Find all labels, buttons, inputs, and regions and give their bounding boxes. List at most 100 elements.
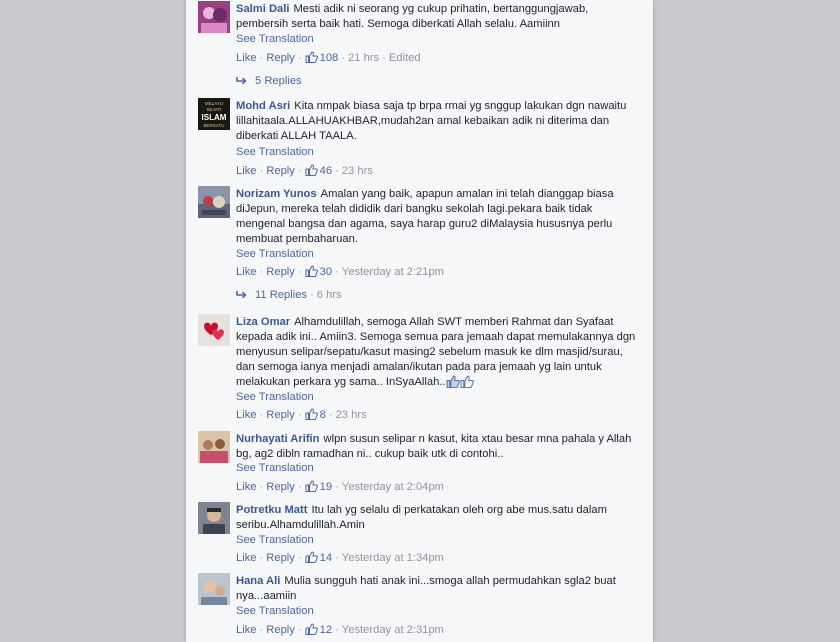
thumbs-up-emoji-icon-2 bbox=[460, 375, 474, 388]
comment-text: Alhamdulillah, semoga Allah SWT memberi … bbox=[236, 316, 636, 388]
comment-author[interactable]: Norizam Yunos bbox=[236, 188, 317, 200]
comment-actions: Like · Reply · 30 · Yesterday at 2:21pm bbox=[236, 265, 445, 278]
comment-age[interactable]: Yesterday at 1:34pm bbox=[342, 552, 444, 564]
avatar[interactable] bbox=[198, 314, 230, 346]
avatar-text-line2: SEJATI bbox=[207, 107, 222, 112]
comment-body: Nurhayati Arifin wlpn susun selipar n kas… bbox=[236, 432, 636, 462]
avatar-image-norizam bbox=[198, 186, 230, 218]
comment-author[interactable]: Mohd Asri bbox=[236, 100, 290, 112]
comment-age[interactable]: Yesterday at 2:04pm bbox=[342, 481, 444, 493]
see-translation-link[interactable]: See Translation bbox=[236, 247, 314, 262]
reply-arrow-icon bbox=[236, 77, 247, 85]
like-button[interactable]: Like bbox=[236, 624, 257, 636]
avatar-text-line4: BERSATU bbox=[204, 123, 225, 128]
thumbs-up-icon bbox=[305, 164, 318, 176]
avatar-text-line3: ISLAM bbox=[202, 113, 227, 122]
see-translation-link[interactable]: See Translation bbox=[236, 390, 314, 405]
comment-author[interactable]: Salmi Dali bbox=[236, 3, 289, 15]
comment-author[interactable]: Liza Omar bbox=[236, 316, 290, 328]
replies-age: 6 hrs bbox=[316, 289, 342, 301]
comment-actions: Like · Reply · 46 · 23 hrs bbox=[236, 164, 373, 177]
thumbs-up-icon bbox=[305, 265, 318, 277]
like-count-value: 108 bbox=[319, 52, 339, 64]
avatar-image-potretku bbox=[198, 502, 230, 534]
comment-body: Salmi Dali Mesti adik ni seorang yg cukup… bbox=[236, 2, 636, 32]
thumbs-up-icon bbox=[305, 480, 318, 492]
reply-button[interactable]: Reply bbox=[266, 165, 295, 177]
thumbs-up-icon bbox=[305, 551, 318, 563]
like-count-value: 12 bbox=[319, 624, 333, 636]
see-translation-link[interactable]: See Translation bbox=[236, 145, 314, 160]
avatar-image-salmi bbox=[198, 1, 230, 33]
replies-count: 11 Replies bbox=[255, 289, 308, 301]
avatar[interactable] bbox=[198, 431, 230, 463]
view-replies-link[interactable]: 11 Replies · 6 hrs bbox=[236, 288, 342, 303]
comment-author[interactable]: Potretku Matt bbox=[236, 504, 307, 516]
reply-button[interactable]: Reply bbox=[266, 52, 295, 64]
avatar[interactable] bbox=[198, 186, 230, 218]
comment-age[interactable]: Yesterday at 2:21pm bbox=[342, 266, 444, 278]
like-button[interactable]: Like bbox=[236, 481, 257, 493]
like-count[interactable]: 108 bbox=[305, 51, 339, 64]
see-translation-link[interactable]: See Translation bbox=[236, 32, 314, 47]
avatar[interactable] bbox=[198, 502, 230, 534]
view-replies-link[interactable]: 5 Replies bbox=[236, 74, 302, 89]
comment-age[interactable]: Yesterday at 2:31pm bbox=[342, 624, 444, 636]
like-count[interactable]: 8 bbox=[305, 408, 326, 421]
comment-text: Kita nmpak biasa saja tp brpa rmai yg sn… bbox=[236, 100, 627, 142]
see-translation-link[interactable]: See Translation bbox=[236, 533, 314, 548]
like-count-value: 30 bbox=[319, 266, 333, 278]
avatar-text-line1: MELAYU bbox=[205, 101, 223, 106]
like-count-value: 8 bbox=[319, 409, 326, 421]
comment-body: Liza Omar Alhamdulillah, semoga Allah SWT… bbox=[236, 315, 636, 390]
like-count[interactable]: 19 bbox=[305, 480, 333, 493]
avatar-image-hana bbox=[198, 573, 230, 605]
like-count[interactable]: 12 bbox=[305, 623, 333, 636]
like-count[interactable]: 30 bbox=[305, 265, 333, 278]
like-button[interactable]: Like bbox=[236, 52, 257, 64]
replies-count: 5 Replies bbox=[255, 75, 302, 87]
like-count-value: 19 bbox=[319, 481, 333, 493]
comment-body: Mohd Asri Kita nmpak biasa saja tp brpa r… bbox=[236, 99, 636, 144]
thumbs-up-icon bbox=[305, 623, 318, 635]
avatar[interactable]: MELAYU SEJATI ISLAM BERSATU bbox=[198, 98, 230, 130]
comment-author[interactable]: Nurhayati Arifin bbox=[236, 433, 320, 445]
comment-actions: Like · Reply · 19 · Yesterday at 2:04pm bbox=[236, 480, 445, 493]
like-button[interactable]: Like bbox=[236, 409, 257, 421]
comment-text: Mulia sungguh hati anak ini...smoga alla… bbox=[236, 575, 616, 602]
comment-actions: Like · Reply · 12 · Yesterday at 2:31pm bbox=[236, 623, 445, 636]
avatar-image-mohd-asri: MELAYU SEJATI ISLAM BERSATU bbox=[198, 98, 230, 130]
reply-button[interactable]: Reply bbox=[266, 481, 295, 493]
comment-body: Potretku Matt Itu lah yg selalu di perkat… bbox=[236, 503, 636, 533]
see-translation-link[interactable]: See Translation bbox=[236, 604, 314, 619]
like-button[interactable]: Like bbox=[236, 165, 257, 177]
comment-age[interactable]: 23 hrs bbox=[342, 165, 373, 177]
reply-button[interactable]: Reply bbox=[266, 552, 295, 564]
like-count[interactable]: 14 bbox=[305, 551, 333, 564]
comment-actions: Like · Reply · 108 · 21 hrs · Edited bbox=[236, 51, 421, 64]
reply-arrow-icon bbox=[236, 291, 247, 299]
like-button[interactable]: Like bbox=[236, 552, 257, 564]
thumbs-up-icon bbox=[305, 408, 318, 420]
comment-body: Norizam Yunos Amalan yang baik, apapun am… bbox=[236, 187, 636, 247]
like-count-value: 14 bbox=[319, 552, 333, 564]
comment-age[interactable]: 23 hrs bbox=[336, 409, 367, 421]
avatar-image-liza bbox=[198, 314, 230, 346]
like-count[interactable]: 46 bbox=[305, 164, 332, 177]
edited-label[interactable]: Edited bbox=[389, 52, 421, 64]
see-translation-link[interactable]: See Translation bbox=[236, 461, 314, 476]
comment-body: Hana Ali Mulia sungguh hati anak ini...sm… bbox=[236, 574, 636, 604]
comment-age[interactable]: 21 hrs bbox=[348, 52, 379, 64]
reply-button[interactable]: Reply bbox=[266, 266, 295, 278]
reply-button[interactable]: Reply bbox=[266, 624, 295, 636]
avatar[interactable] bbox=[198, 573, 230, 605]
thumbs-up-emoji-icon bbox=[446, 375, 460, 388]
avatar[interactable] bbox=[198, 1, 230, 33]
comment-actions: Like · Reply · 14 · Yesterday at 1:34pm bbox=[236, 551, 445, 564]
comments-panel: Salmi Dali Mesti adik ni seorang yg cukup… bbox=[186, 0, 653, 642]
thumbs-up-icon bbox=[305, 51, 318, 63]
comment-author[interactable]: Hana Ali bbox=[236, 575, 280, 587]
like-button[interactable]: Like bbox=[236, 266, 257, 278]
avatar-image-nurhayati bbox=[198, 431, 230, 463]
reply-button[interactable]: Reply bbox=[266, 409, 295, 421]
